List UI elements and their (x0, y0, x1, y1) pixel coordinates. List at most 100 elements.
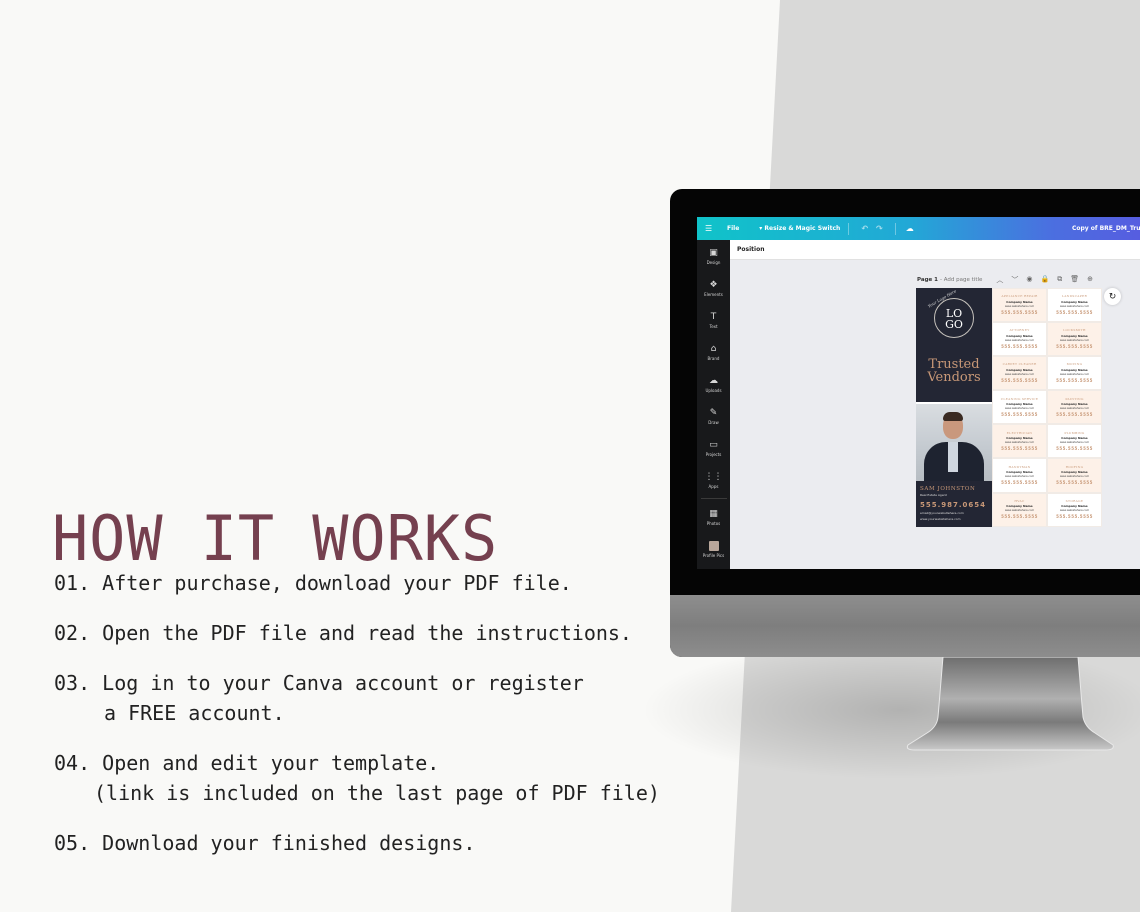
vendor-company: Company Name (1006, 470, 1033, 475)
profile-pics-thumbnail (708, 540, 719, 551)
page-tools: ︿ ﹀ ◉ 🔒 ⧉ 🗑 ⊕ (996, 275, 1093, 285)
agent-photo[interactable] (916, 404, 992, 481)
hide-page-icon[interactable]: ◉ (1026, 275, 1032, 285)
step-item: 04. Open and edit your template. (link is… (54, 748, 734, 808)
delete-icon[interactable]: 🗑 (1070, 275, 1079, 285)
agent-info-panel[interactable]: SAM JOHNSTON Real Estate Agent 555.987.0… (916, 481, 992, 527)
add-page-icon[interactable]: ⊕ (1087, 275, 1093, 285)
step-text: Open the PDF file and read the instructi… (102, 621, 632, 645)
sidebar-item-draw[interactable]: ✎ Draw (697, 400, 730, 432)
step-number: 03. (54, 671, 91, 695)
vendor-category: APPLIANCE REPAIR (1001, 294, 1038, 299)
vendor-phone: 555.555.5555 (1056, 412, 1093, 418)
vendor-card[interactable]: HANDYMAN Company Name www.websitehere.com 5… (992, 458, 1047, 493)
vendor-card[interactable]: STORAGE Company Name www.websitehere.com 55… (1047, 492, 1102, 527)
vendor-card[interactable]: HVAC Company Name www.websitehere.com 555.5… (992, 492, 1047, 527)
vendor-phone: 555.555.5555 (1056, 446, 1093, 452)
vendor-phone: 555.555.5555 (1056, 480, 1093, 486)
vendor-phone: 555.555.5555 (1056, 309, 1093, 315)
sidebar-item-label: Design (706, 259, 721, 265)
page-toolbar: Page 1 - Add page title ︿ ﹀ ◉ 🔒 ⧉ 🗑 ⊕ (917, 274, 1107, 286)
monitor-chin (670, 595, 1140, 657)
vendor-card[interactable]: APPLIANCE REPAIR Company Name www.websiteh… (992, 288, 1047, 323)
cloud-save-icon[interactable]: ☁ (906, 224, 914, 233)
duplicate-icon[interactable]: ⧉ (1057, 275, 1062, 285)
step-text: Open and edit your template. (102, 751, 440, 775)
step-number: 05. (54, 831, 91, 855)
vendor-card[interactable]: PAINTING Company Name www.websitehere.com 5… (1047, 390, 1102, 425)
agent-name: SAM JOHNSTON (920, 486, 976, 492)
document-title[interactable]: Copy of BRE_DM_Trusted-Ven (1072, 225, 1140, 232)
logo-text-line2: GO (945, 318, 963, 331)
sidebar-item-text[interactable]: T Text (697, 304, 730, 336)
vendor-category: PLUMBING (1064, 430, 1085, 435)
vendor-website: www.websitehere.com (1004, 509, 1035, 513)
file-menu-button[interactable]: File (727, 225, 739, 232)
sidebar-item-projects[interactable]: ▭ Projects (697, 432, 730, 464)
topbar-divider (894, 222, 896, 235)
vendor-card[interactable]: LANDSCAPER Company Name www.websitehere.co… (1047, 288, 1102, 323)
vendor-category: CLEANING SERVICE (1000, 396, 1039, 401)
vendor-card[interactable]: ELECTRICIAN Company Name www.websitehere.c… (992, 424, 1047, 459)
menu-icon[interactable]: ☰ (705, 224, 719, 233)
logo-panel[interactable]: Your Logo Here LO GO Trusted Vendors (916, 288, 992, 402)
step-number: 01. (54, 571, 91, 595)
undo-icon[interactable]: ↶ (861, 224, 868, 233)
vendor-card[interactable]: LOCKSMITH Company Name www.websitehere.com… (1047, 322, 1102, 357)
vendor-category: ROOFING (1065, 464, 1084, 469)
sidebar-item-elements[interactable]: ❖ Elements (697, 272, 730, 304)
position-button[interactable]: Position (737, 246, 764, 253)
sidebar-item-profile-pics[interactable]: Profile Pics (697, 533, 730, 565)
vendor-company: Company Name (1061, 299, 1088, 304)
design-left-column: Your Logo Here LO GO Trusted Vendors SAM… (916, 288, 992, 527)
sidebar-item-brand[interactable]: ⌂ Brand (697, 336, 730, 368)
design-title: Trusted Vendors (916, 358, 992, 384)
vendor-phone: 555.555.5555 (1001, 446, 1038, 452)
sidebar-item-label: Photos (706, 520, 721, 526)
vendor-card[interactable]: MOVING Company Name www.websitehere.com 555… (1047, 356, 1102, 391)
vendor-category: ELECTRICIAN (1006, 430, 1033, 435)
sidebar-item-apps[interactable]: ⋮⋮ Apps (697, 464, 730, 496)
vendor-phone: 555.555.5555 (1001, 412, 1038, 418)
vendor-phone: 555.555.5555 (1056, 378, 1093, 384)
vendor-card[interactable]: CLEANING SERVICE Company Name www.websiteh… (992, 390, 1047, 425)
page-title-input[interactable]: - Add page title (940, 277, 982, 283)
design-page[interactable]: Your Logo Here LO GO Trusted Vendors SAM… (916, 288, 1102, 527)
vendor-category: HANDYMAN (1008, 464, 1031, 469)
draw-pen-icon: ✎ (709, 407, 718, 418)
vendor-category: LANDSCAPER (1061, 294, 1088, 299)
vendor-card[interactable]: CARPET CLEANER Company Name www.websiteher… (992, 356, 1047, 391)
sidebar-item-design[interactable]: ▣ Design (697, 240, 730, 272)
resize-magic-switch-button[interactable]: ▾ Resize & Magic Switch (759, 225, 840, 232)
vendor-website: www.websitehere.com (1004, 475, 1035, 479)
step-item: 03. Log in to your Canva account or regi… (54, 668, 734, 728)
step-text: Download your finished designs. (102, 831, 476, 855)
step-text-continued: a FREE account. (104, 701, 285, 725)
move-down-icon[interactable]: ﹀ (1011, 275, 1018, 285)
vendor-card[interactable]: ROOFING Company Name www.websitehere.com 55… (1047, 458, 1102, 493)
vendor-card[interactable]: ATTORNEY Company Name www.websitehere.com 5… (992, 322, 1047, 357)
vendor-company: Company Name (1061, 333, 1088, 338)
sidebar-item-label: Projects (705, 451, 722, 457)
topbar-divider (848, 222, 850, 235)
page-number-label: Page 1 (917, 277, 939, 283)
sidebar-item-label: Text (709, 323, 718, 329)
logo-placeholder: LO GO (934, 298, 974, 338)
vendor-company: Company Name (1006, 402, 1033, 407)
redo-icon[interactable]: ↷ (876, 224, 883, 233)
upload-cloud-icon: ☁ (709, 375, 718, 386)
vendor-company: Company Name (1006, 333, 1033, 338)
editor-sidebar: ▣ Design ❖ Elements T Text ⌂ Brand ☁ Uploads … (697, 240, 730, 569)
sidebar-item-uploads[interactable]: ☁ Uploads (697, 368, 730, 400)
monitor-stand (906, 657, 1114, 751)
vendor-phone: 555.555.5555 (1001, 343, 1038, 349)
refresh-icon[interactable]: ↻ (1104, 288, 1121, 305)
vendor-company: Company Name (1061, 504, 1088, 509)
vendor-phone: 555.555.5555 (1056, 514, 1093, 520)
sidebar-item-photos[interactable]: ▦ Photos (697, 501, 730, 533)
sidebar-item-label: Elements (704, 291, 723, 297)
vendor-phone: 555.555.5555 (1001, 480, 1038, 486)
move-up-icon[interactable]: ︿ (996, 275, 1003, 285)
lock-icon[interactable]: 🔒 (1041, 275, 1050, 285)
vendor-card[interactable]: PLUMBING Company Name www.websitehere.com 5… (1047, 424, 1102, 459)
